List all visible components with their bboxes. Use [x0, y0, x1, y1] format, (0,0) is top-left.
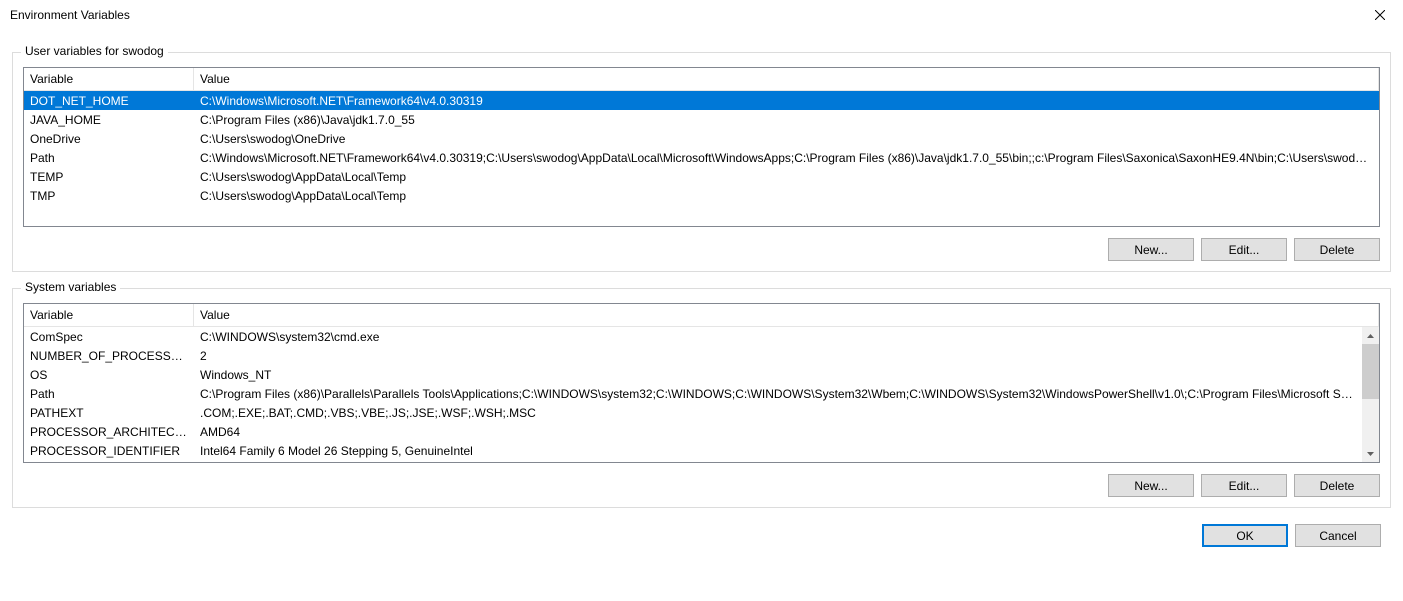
dialog-content: User variables for swodog Variable Value… [0, 30, 1403, 559]
cell-variable: PATHEXT [24, 404, 194, 422]
user-new-button[interactable]: New... [1108, 238, 1194, 261]
table-row[interactable]: PathC:\Windows\Microsoft.NET\Framework64… [24, 148, 1379, 167]
table-row[interactable]: NUMBER_OF_PROCESSORS2 [24, 346, 1362, 365]
cell-value: 2 [194, 347, 1362, 365]
user-variables-group: User variables for swodog Variable Value… [12, 52, 1391, 272]
cell-variable: JAVA_HOME [24, 111, 194, 129]
scroll-track[interactable] [1362, 399, 1379, 445]
column-header-variable[interactable]: Variable [24, 68, 194, 90]
system-variables-group: System variables Variable Value ComSpecC… [12, 288, 1391, 508]
cell-variable: PROCESSOR_ARCHITECTURE [24, 423, 194, 441]
user-variables-list[interactable]: Variable Value DOT_NET_HOMEC:\Windows\Mi… [23, 67, 1380, 227]
cancel-button[interactable]: Cancel [1295, 524, 1381, 547]
cell-value: .COM;.EXE;.BAT;.CMD;.VBS;.VBE;.JS;.JSE;.… [194, 404, 1362, 422]
cell-value: C:\Windows\Microsoft.NET\Framework64\v4.… [194, 92, 1379, 110]
scrollbar[interactable] [1362, 327, 1379, 462]
scroll-up-icon[interactable] [1362, 327, 1379, 344]
close-icon[interactable] [1357, 0, 1403, 30]
cell-value: C:\Users\swodog\AppData\Local\Temp [194, 168, 1379, 186]
column-header-variable[interactable]: Variable [24, 304, 194, 326]
cell-variable: ComSpec [24, 328, 194, 346]
cell-value: C:\WINDOWS\system32\cmd.exe [194, 328, 1362, 346]
system-variables-label: System variables [21, 280, 120, 294]
cell-value: Windows_NT [194, 366, 1362, 384]
table-row[interactable]: OneDriveC:\Users\swodog\OneDrive [24, 129, 1379, 148]
ok-button[interactable]: OK [1202, 524, 1288, 547]
table-row[interactable]: ComSpecC:\WINDOWS\system32\cmd.exe [24, 327, 1362, 346]
cell-variable: PROCESSOR_IDENTIFIER [24, 442, 194, 460]
system-new-button[interactable]: New... [1108, 474, 1194, 497]
list-header: Variable Value [24, 304, 1379, 327]
cell-value: Intel64 Family 6 Model 26 Stepping 5, Ge… [194, 442, 1362, 460]
system-delete-button[interactable]: Delete [1294, 474, 1380, 497]
cell-variable: TMP [24, 187, 194, 205]
system-edit-button[interactable]: Edit... [1201, 474, 1287, 497]
table-row[interactable]: PROCESSOR_IDENTIFIERIntel64 Family 6 Mod… [24, 441, 1362, 460]
cell-value: C:\Windows\Microsoft.NET\Framework64\v4.… [194, 149, 1379, 167]
user-variables-label: User variables for swodog [21, 44, 168, 58]
user-delete-button[interactable]: Delete [1294, 238, 1380, 261]
table-row[interactable]: TMPC:\Users\swodog\AppData\Local\Temp [24, 186, 1379, 205]
cell-variable: DOT_NET_HOME [24, 92, 194, 110]
titlebar: Environment Variables [0, 0, 1403, 30]
system-rows: ComSpecC:\WINDOWS\system32\cmd.exeNUMBER… [24, 327, 1362, 460]
cell-variable: Path [24, 385, 194, 403]
scroll-thumb[interactable] [1362, 344, 1379, 399]
cell-value: AMD64 [194, 423, 1362, 441]
user-rows: DOT_NET_HOMEC:\Windows\Microsoft.NET\Fra… [24, 91, 1379, 205]
table-row[interactable]: JAVA_HOMEC:\Program Files (x86)\Java\jdk… [24, 110, 1379, 129]
cell-variable: OS [24, 366, 194, 384]
table-row[interactable]: TEMPC:\Users\swodog\AppData\Local\Temp [24, 167, 1379, 186]
user-button-row: New... Edit... Delete [23, 238, 1380, 261]
system-button-row: New... Edit... Delete [23, 474, 1380, 497]
table-row[interactable]: PathC:\Program Files (x86)\Parallels\Par… [24, 384, 1362, 403]
window-title: Environment Variables [10, 8, 130, 22]
table-row[interactable]: OSWindows_NT [24, 365, 1362, 384]
column-header-value[interactable]: Value [194, 304, 1379, 326]
cell-variable: OneDrive [24, 130, 194, 148]
scroll-down-icon[interactable] [1362, 445, 1379, 462]
table-row[interactable]: PROCESSOR_ARCHITECTUREAMD64 [24, 422, 1362, 441]
column-header-value[interactable]: Value [194, 68, 1379, 90]
system-variables-list[interactable]: Variable Value ComSpecC:\WINDOWS\system3… [23, 303, 1380, 463]
cell-variable: Path [24, 149, 194, 167]
cell-variable: NUMBER_OF_PROCESSORS [24, 347, 194, 365]
table-row[interactable]: PATHEXT.COM;.EXE;.BAT;.CMD;.VBS;.VBE;.JS… [24, 403, 1362, 422]
user-edit-button[interactable]: Edit... [1201, 238, 1287, 261]
cell-variable: TEMP [24, 168, 194, 186]
list-header: Variable Value [24, 68, 1379, 91]
cell-value: C:\Program Files (x86)\Java\jdk1.7.0_55 [194, 111, 1379, 129]
cell-value: C:\Program Files (x86)\Parallels\Paralle… [194, 385, 1362, 403]
table-row[interactable]: DOT_NET_HOMEC:\Windows\Microsoft.NET\Fra… [24, 91, 1379, 110]
cell-value: C:\Users\swodog\AppData\Local\Temp [194, 187, 1379, 205]
cell-value: C:\Users\swodog\OneDrive [194, 130, 1379, 148]
dialog-button-row: OK Cancel [12, 524, 1391, 547]
